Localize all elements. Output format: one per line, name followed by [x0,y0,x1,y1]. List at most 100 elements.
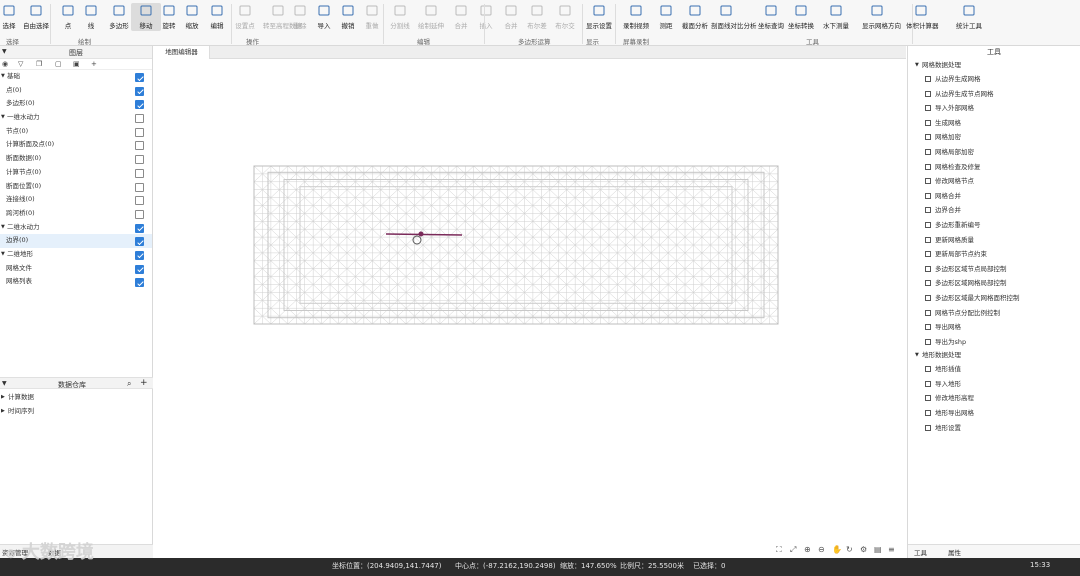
tool-item[interactable]: 网格节点分配比例控制 [908,306,1080,321]
menu-icon[interactable]: ≡ [888,545,895,554]
tool-section-button[interactable]: 截面分析 [680,3,710,31]
visibility-checkbox[interactable] [135,73,144,82]
tool-edit-button[interactable]: 编辑 [202,3,232,31]
tool-item[interactable]: 从边界生成网格 [908,72,1080,87]
tab-tools[interactable]: 工具 [914,547,927,557]
layer-tree-item[interactable]: 点(0) [0,84,152,98]
tool-item[interactable]: 多边形区域节点局部控制 [908,262,1080,277]
layer-tree-item[interactable]: ▼ 基础 [0,70,152,84]
tool-item[interactable]: 网格加密 [908,130,1080,145]
tool-item[interactable]: 导出网格 [908,320,1080,335]
filter-icon[interactable]: ▽ [18,60,23,68]
mesh-canvas[interactable] [154,60,906,542]
tool-item[interactable]: 导入外部网格 [908,101,1080,116]
layer-tree-item[interactable]: 节点(0) [0,125,152,139]
layers-icon[interactable]: ▤ [874,545,882,554]
delete-icon[interactable]: ▣ [73,60,80,68]
tool-ruler-button[interactable]: 测距 [651,3,681,31]
tool-polygon-button[interactable]: 多边形 [104,3,134,31]
fit-icon[interactable]: ⛶ [776,545,782,555]
expand-icon[interactable]: ▼ [915,59,919,72]
tool-coord-convert-button[interactable]: 坐标转换 [786,3,816,31]
tool-item[interactable]: 生成网格 [908,116,1080,131]
map-viewport[interactable] [154,60,906,542]
layer-tree-item[interactable]: 网格列表 [0,275,152,289]
new-layer-icon[interactable]: ▢ [55,60,62,68]
visibility-checkbox[interactable] [135,155,144,165]
tools-section-header[interactable]: ▼ 网格数据处理 [908,59,1080,72]
search-icon[interactable]: ⌕ [127,379,131,389]
tool-stats-button[interactable]: 统计工具 [954,3,984,31]
layer-tree-item[interactable]: 计算节点(0) [0,166,152,180]
eye-icon[interactable]: ◉ [2,60,8,68]
visibility-checkbox[interactable] [135,264,144,274]
layer-tree-item[interactable]: ▼ 二维水动力 [0,221,152,235]
tool-volume-button[interactable]: 体积计算器 [906,3,939,31]
expand-icon[interactable]: ▼ [1,111,5,125]
visibility-checkbox[interactable] [135,168,144,178]
visibility-checkbox[interactable] [135,196,144,206]
add-icon[interactable]: + [140,378,148,388]
tools-section-header[interactable]: ▼ 地形数据处理 [908,349,1080,362]
layer-tree-item[interactable]: ▼ 一维水动力 [0,111,152,125]
tool-extend-button[interactable]: 绘制延伸 [416,3,446,31]
layer-tree-item[interactable]: 连接线(0) [0,193,152,207]
tool-item[interactable]: 导入地形 [908,377,1080,392]
visibility-checkbox[interactable] [135,182,144,192]
zoom-in-icon[interactable]: ⊕ [804,545,811,554]
tool-set-point-button[interactable]: 设置点 [230,3,260,31]
tool-coord-button[interactable]: 坐标查询 [756,3,786,31]
tool-item[interactable]: 边界合并 [908,203,1080,218]
copy-icon[interactable]: ❐ [36,60,42,68]
visibility-checkbox[interactable] [135,278,144,288]
visibility-checkbox[interactable] [135,100,144,110]
tool-item[interactable]: 网格局部加密 [908,145,1080,160]
layer-tree-item[interactable]: ▼ 二维地形 [0,248,152,262]
pan-icon[interactable]: ✋ [832,545,842,554]
expand-icon[interactable]: ▶ [1,391,5,405]
collapse-icon[interactable]: ▼ [2,380,7,387]
layer-tree-item[interactable]: 网格文件 [0,262,152,276]
visibility-checkbox[interactable] [135,141,144,151]
visibility-checkbox[interactable] [135,114,144,124]
visibility-checkbox[interactable] [135,86,144,96]
tool-profile-button[interactable]: 剖面线对比分析 [711,3,757,31]
layer-tree-item[interactable]: 断面数据(0) [0,152,152,166]
zoom-extent-icon[interactable]: ⤢ [790,545,796,555]
library-item[interactable]: ▶ 计算数据 [0,391,153,405]
tool-item[interactable]: 修改地形高程 [908,391,1080,406]
expand-icon[interactable]: ▶ [1,405,5,419]
tool-item[interactable]: 修改网格节点 [908,174,1080,189]
tool-free-select-button[interactable]: 自由选择 [21,3,51,31]
tool-item[interactable]: 网格合并 [908,189,1080,204]
tool-display-button[interactable]: 显示设置 [584,3,614,31]
tool-item[interactable]: 地形导出网格 [908,406,1080,421]
expand-icon[interactable]: ▼ [915,349,919,362]
tool-split-line-button[interactable]: 分割线 [385,3,415,31]
tool-item[interactable]: 导出为shp [908,335,1080,350]
tool-item[interactable]: 更新局部节点约束 [908,247,1080,262]
tool-underwater-button[interactable]: 水下测量 [821,3,851,31]
library-item[interactable]: ▶ 时间序列 [0,405,153,419]
layer-tree-item[interactable]: 计算断面及点(0) [0,138,152,152]
layer-tree-item[interactable]: 断面位置(0) [0,180,152,194]
layer-tree-item[interactable]: 跨河桥(0) [0,207,152,221]
settings-icon[interactable]: ⚙ [860,545,867,554]
tool-item[interactable]: 网格检查及修复 [908,160,1080,175]
tool-line-button[interactable]: 线 [76,3,106,31]
tool-item[interactable]: 从边界生成节点网格 [908,87,1080,102]
tool-intersect-button[interactable]: 布尔交 [550,3,580,31]
visibility-checkbox[interactable] [135,127,144,137]
tool-item[interactable]: 多边形区域网格局部控制 [908,276,1080,291]
tool-item[interactable]: 多边形区域最大网格面积控制 [908,291,1080,306]
expand-icon[interactable]: ▼ [1,248,5,262]
tool-boolean-button[interactable]: 布尔差 [522,3,552,31]
visibility-checkbox[interactable] [135,250,144,260]
expand-icon[interactable]: ▼ [1,221,5,235]
tool-item[interactable]: 地形设置 [908,421,1080,436]
tool-item[interactable]: 更新网格质量 [908,233,1080,248]
tool-item[interactable]: 多边形重新编号 [908,218,1080,233]
zoom-out-icon[interactable]: ⊖ [818,545,825,554]
layer-tree-item[interactable]: 边界(0) [0,234,152,248]
refresh-icon[interactable]: ↻ [846,545,853,554]
